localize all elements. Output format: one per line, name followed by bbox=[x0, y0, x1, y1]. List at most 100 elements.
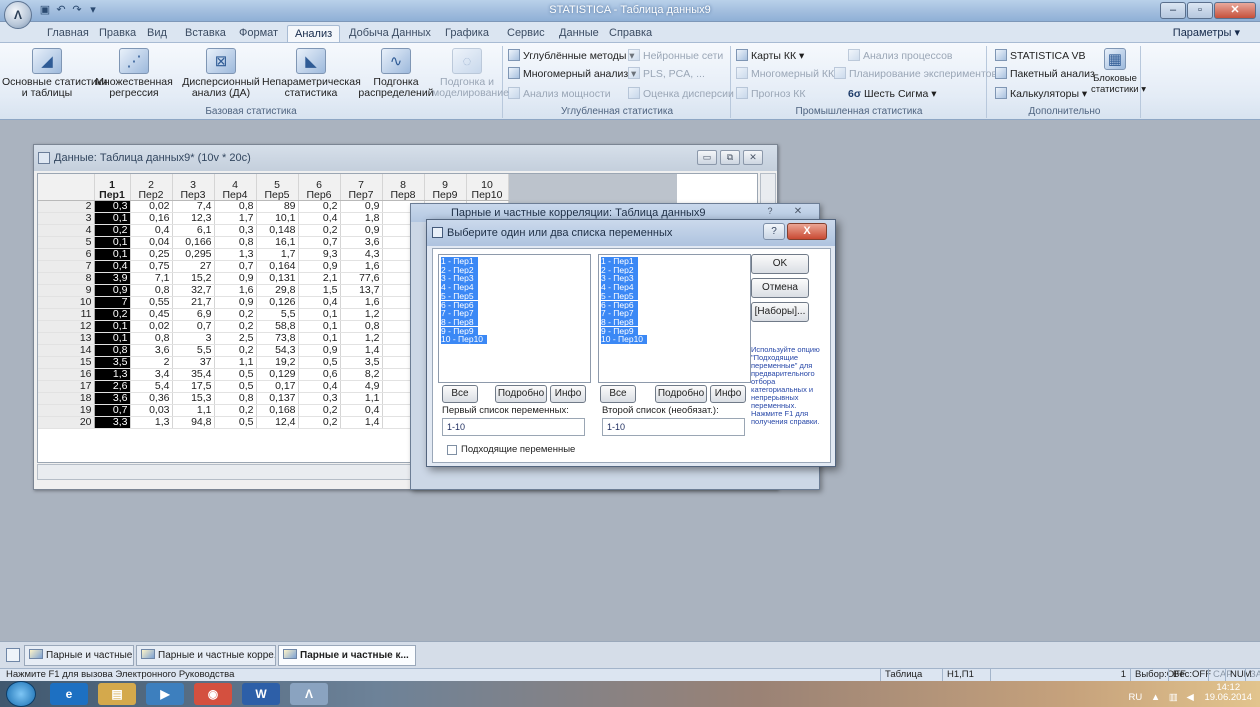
undo-icon[interactable]: ↶ bbox=[54, 3, 68, 17]
table-cell[interactable]: 0,8 bbox=[130, 332, 173, 345]
table-cell[interactable]: 3,4 bbox=[130, 368, 173, 381]
table-cell[interactable]: 0,55 bbox=[130, 296, 173, 309]
row-number[interactable]: 9 bbox=[38, 284, 95, 297]
row-number[interactable]: 7 bbox=[38, 260, 95, 273]
customize-icon[interactable]: ▾ bbox=[86, 3, 100, 17]
column-header[interactable]: 9 Пер9 bbox=[424, 174, 467, 201]
column-header[interactable]: 2 Пер2 bbox=[130, 174, 173, 201]
column-header[interactable]: 10 Пер10 bbox=[466, 174, 509, 201]
word-icon[interactable]: W bbox=[242, 683, 280, 705]
volume-icon[interactable]: ◀ bbox=[1187, 692, 1194, 703]
minimize-button[interactable]: – bbox=[1160, 2, 1186, 19]
table-cell[interactable]: 0,4 bbox=[130, 224, 173, 237]
table-cell[interactable]: 35,4 bbox=[172, 368, 215, 381]
table-cell[interactable]: 0,16 bbox=[130, 212, 173, 225]
table-cell[interactable]: 1,1 bbox=[172, 404, 215, 417]
table-cell[interactable]: 0,1 bbox=[298, 332, 341, 345]
row-number[interactable]: 5 bbox=[38, 236, 95, 249]
table-cell[interactable]: 15,3 bbox=[172, 392, 215, 405]
table-cell[interactable]: 5,4 bbox=[130, 380, 173, 393]
row-number[interactable]: 13 bbox=[38, 332, 95, 345]
table-cell[interactable]: 12,3 bbox=[172, 212, 215, 225]
table-cell[interactable]: 19,2 bbox=[256, 356, 299, 369]
row-number[interactable]: 14 bbox=[38, 344, 95, 357]
table-cell[interactable]: 0,5 bbox=[214, 380, 257, 393]
table-cell[interactable]: 17,5 bbox=[172, 380, 215, 393]
table-cell[interactable]: 0,1 bbox=[94, 236, 131, 249]
row-number[interactable]: 11 bbox=[38, 308, 95, 321]
table-cell[interactable]: 1,2 bbox=[340, 308, 383, 321]
table-cell[interactable]: 37 bbox=[172, 356, 215, 369]
table-cell[interactable]: 0,4 bbox=[298, 212, 341, 225]
table-cell[interactable]: 0,1 bbox=[94, 332, 131, 345]
suitable-variables-checkbox[interactable] bbox=[447, 445, 457, 455]
table-cell[interactable]: 0,8 bbox=[340, 320, 383, 333]
tab-tools[interactable]: Сервис bbox=[500, 25, 552, 42]
tab-data[interactable]: Данные bbox=[552, 25, 606, 42]
tab-format[interactable]: Формат bbox=[232, 25, 285, 42]
tab-graphs[interactable]: Графика bbox=[438, 25, 496, 42]
multivariate-button[interactable]: Многомерный анализ ▾ bbox=[508, 66, 636, 82]
table-cell[interactable]: 73,8 bbox=[256, 332, 299, 345]
maximize-button[interactable]: ▫ bbox=[1187, 2, 1213, 19]
table-cell[interactable]: 0,3 bbox=[298, 392, 341, 405]
table-cell[interactable]: 77,6 bbox=[340, 272, 383, 285]
qc-charts-button[interactable]: Карты КК ▾ bbox=[736, 48, 804, 64]
table-cell[interactable]: 0,04 bbox=[130, 236, 173, 249]
table-cell[interactable]: 1,2 bbox=[340, 332, 383, 345]
table-cell[interactable]: 0,4 bbox=[94, 260, 131, 273]
row-number[interactable]: 10 bbox=[38, 296, 95, 309]
table-cell[interactable]: 0,8 bbox=[94, 344, 131, 357]
table-cell[interactable]: 54,3 bbox=[256, 344, 299, 357]
mdi-minimize-button[interactable]: ▭ bbox=[697, 150, 717, 165]
table-cell[interactable]: 0,126 bbox=[256, 296, 299, 309]
table-cell[interactable]: 0,129 bbox=[256, 368, 299, 381]
row-number[interactable]: 6 bbox=[38, 248, 95, 261]
table-cell[interactable]: 6,9 bbox=[172, 308, 215, 321]
table-cell[interactable]: 7,1 bbox=[130, 272, 173, 285]
table-cell[interactable]: 58,8 bbox=[256, 320, 299, 333]
select-all-second-button[interactable]: Все bbox=[600, 385, 636, 403]
table-cell[interactable]: 0,2 bbox=[214, 344, 257, 357]
tab-edit[interactable]: Правка bbox=[92, 25, 143, 42]
table-cell[interactable]: 1,3 bbox=[214, 248, 257, 261]
details-second-button[interactable]: Подробно bbox=[655, 385, 707, 403]
workbook-icon[interactable] bbox=[6, 648, 20, 662]
table-cell[interactable]: 0,3 bbox=[214, 224, 257, 237]
table-cell[interactable]: 0,5 bbox=[214, 416, 257, 429]
table-cell[interactable]: 1,1 bbox=[340, 392, 383, 405]
table-cell[interactable]: 3,6 bbox=[94, 392, 131, 405]
tab-home[interactable]: Главная bbox=[40, 25, 96, 42]
redo-icon[interactable]: ↷ bbox=[70, 3, 84, 17]
table-cell[interactable]: 1,4 bbox=[340, 344, 383, 357]
table-cell[interactable]: 0,9 bbox=[340, 200, 383, 213]
table-cell[interactable]: 89 bbox=[256, 200, 299, 213]
mdi-restore-button[interactable]: ⧉ bbox=[720, 150, 740, 165]
table-cell[interactable]: 0,8 bbox=[214, 200, 257, 213]
table-cell[interactable]: 0,45 bbox=[130, 308, 173, 321]
close-button[interactable]: X bbox=[787, 223, 827, 240]
statistica-icon[interactable]: Ʌ bbox=[290, 683, 328, 705]
table-cell[interactable]: 0,4 bbox=[298, 296, 341, 309]
row-number[interactable]: 18 bbox=[38, 392, 95, 405]
table-cell[interactable]: 13,7 bbox=[340, 284, 383, 297]
table-cell[interactable]: 21,7 bbox=[172, 296, 215, 309]
variable-item[interactable]: 10 - Пер10 bbox=[441, 335, 488, 344]
table-cell[interactable]: 3,5 bbox=[340, 356, 383, 369]
table-cell[interactable]: 29,8 bbox=[256, 284, 299, 297]
table-cell[interactable]: 1,3 bbox=[94, 368, 131, 381]
table-cell[interactable]: 3,9 bbox=[94, 272, 131, 285]
table-cell[interactable]: 0,2 bbox=[94, 308, 131, 321]
help-button[interactable]: ? bbox=[763, 223, 785, 240]
table-cell[interactable]: 0,8 bbox=[214, 236, 257, 249]
column-header[interactable]: 5 Пер5 bbox=[256, 174, 299, 201]
table-cell[interactable]: 15,2 bbox=[172, 272, 215, 285]
table-cell[interactable]: 0,9 bbox=[340, 224, 383, 237]
tab-help[interactable]: Справка bbox=[602, 25, 659, 42]
table-cell[interactable]: 1,8 bbox=[340, 212, 383, 225]
tab-insert[interactable]: Вставка bbox=[178, 25, 233, 42]
ie-icon[interactable]: e bbox=[50, 683, 88, 705]
table-cell[interactable]: 0,2 bbox=[298, 404, 341, 417]
chrome-icon[interactable]: ◉ bbox=[194, 683, 232, 705]
table-cell[interactable]: 0,02 bbox=[130, 320, 173, 333]
